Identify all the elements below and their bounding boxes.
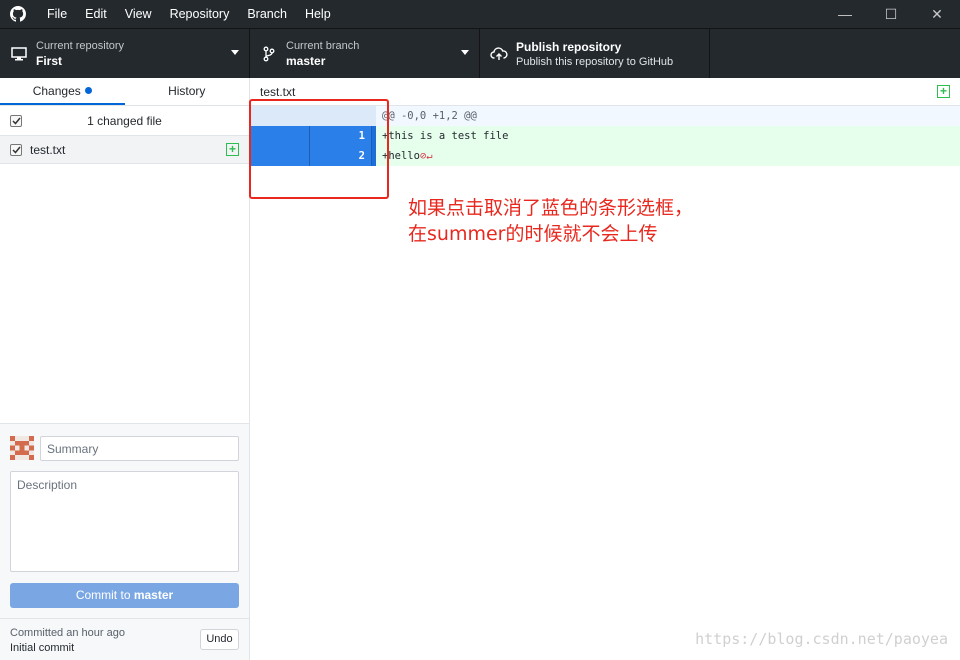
annotation-highlight-box (249, 99, 389, 199)
current-branch-dropdown[interactable]: Current branch master (250, 29, 480, 78)
menu-repository[interactable]: Repository (161, 0, 239, 28)
maximize-button[interactable]: ☐ (868, 0, 914, 28)
undo-button[interactable]: Undo (200, 629, 239, 650)
publish-description: Publish this repository to GitHub (516, 55, 674, 68)
repository-name: First (36, 53, 63, 68)
summary-input[interactable] (40, 436, 239, 461)
no-newline-icon: ⊘↵ (419, 150, 433, 162)
description-input[interactable] (10, 471, 239, 572)
branch-name: master (286, 53, 326, 68)
file-list-item[interactable]: test.txt + (0, 136, 249, 164)
commit-button-prefix: Commit to (75, 588, 134, 602)
cloud-upload-icon (490, 45, 508, 63)
caret-down-icon (231, 50, 239, 55)
menu-edit[interactable]: Edit (76, 0, 116, 28)
window-controls: — ☐ ✕ (822, 0, 960, 28)
github-logo-icon (10, 6, 26, 22)
publish-repository-button[interactable]: Publish repository Publish this reposito… (480, 29, 710, 78)
last-commit-panel: Committed an hour ago Initial commit Und… (0, 618, 249, 660)
tab-changes[interactable]: Changes (0, 78, 125, 105)
watermark: https://blog.csdn.net/paoyea (695, 630, 948, 648)
repository-title: Current repository (36, 39, 125, 52)
commit-button[interactable]: Commit to master (10, 583, 239, 608)
menu-help[interactable]: Help (296, 0, 340, 28)
tab-history-label: History (168, 84, 206, 98)
caret-down-icon (461, 50, 469, 55)
menu-view[interactable]: View (116, 0, 161, 28)
changed-files-header: 1 changed file (0, 106, 249, 136)
tab-bar: Changes History (0, 78, 249, 106)
changed-files-count: 1 changed file (87, 113, 162, 128)
select-all-checkbox[interactable] (10, 114, 22, 127)
annotation-line-2: 在summer的时候就不会上传 (408, 223, 658, 245)
publish-title: Publish repository (516, 39, 622, 54)
last-commit-time: Committed an hour ago (10, 627, 125, 639)
checkmark-icon (11, 117, 21, 125)
tab-changes-label: Changes (32, 84, 81, 98)
file-include-checkbox[interactable] (10, 143, 22, 156)
close-button[interactable]: ✕ (914, 0, 960, 28)
changes-indicator-dot (84, 87, 92, 94)
tab-history[interactable]: History (125, 78, 250, 105)
last-commit-message: Initial commit (10, 642, 75, 654)
sidebar: Changes History 1 changed file test.txt … (0, 78, 250, 660)
avatar (10, 436, 34, 460)
diff-line-text: +hello⊘↵ (376, 146, 960, 166)
desktop-icon (10, 45, 28, 63)
hunk-header: @@ -0,0 +1,2 @@ (376, 106, 960, 126)
diff-file-name: test.txt (260, 85, 296, 99)
commit-form: Commit to master (0, 423, 249, 618)
menu-file[interactable]: File (38, 0, 76, 28)
git-branch-icon (260, 45, 278, 63)
file-added-icon: + (226, 143, 239, 156)
file-added-icon: + (937, 85, 950, 98)
checkmark-icon (11, 146, 21, 154)
title-bar: File Edit View Repository Branch Help — … (0, 0, 960, 28)
diff-line-text: +this is a test file (376, 126, 960, 146)
menu-branch[interactable]: Branch (238, 0, 296, 28)
current-repository-dropdown[interactable]: Current repository First (0, 29, 250, 78)
commit-button-branch: master (133, 588, 174, 602)
minimize-button[interactable]: — (822, 0, 868, 28)
diff-line-content: +this is a test file (382, 130, 509, 142)
branch-title: Current branch (286, 39, 360, 52)
toolbar: Current repository First Current branch … (0, 28, 960, 78)
annotation-line-1: 如果点击取消了蓝色的条形选框， (408, 197, 694, 219)
file-name: test.txt (30, 142, 66, 157)
annotation-text: 如果点击取消了蓝色的条形选框， 在summer的时候就不会上传 (408, 195, 738, 247)
